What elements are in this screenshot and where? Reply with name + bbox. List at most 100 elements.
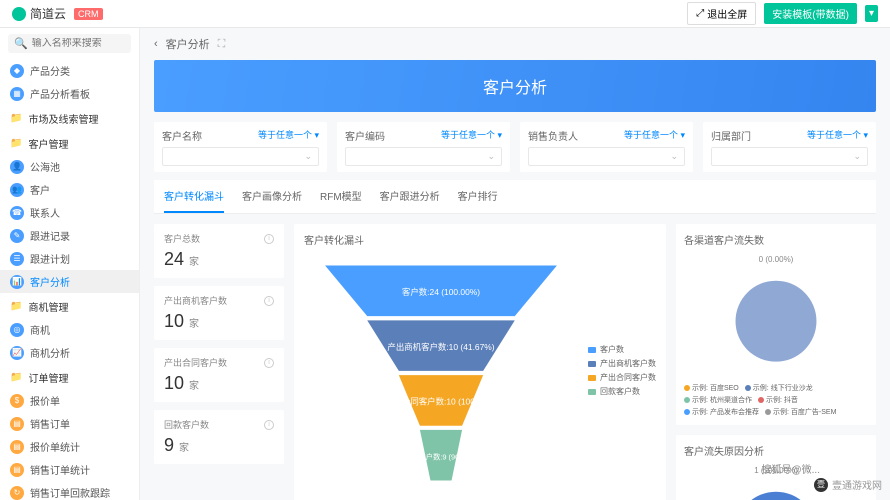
nav-pool[interactable]: 👤公海池 — [0, 155, 139, 178]
filter-customer-name: 客户名称等于任意一个 ▾ ⌄ — [154, 122, 327, 172]
stat-icon: ▤ — [10, 440, 24, 454]
nav-product-category[interactable]: ◆产品分类 — [0, 59, 139, 82]
filter-select[interactable]: ⌄ — [162, 147, 319, 166]
legend-item: 回款客户数 — [588, 386, 656, 397]
stat-opp-customers: 产出商机客户数i 10 家 — [154, 286, 284, 340]
right-column: 各渠道客户流失数 0 (0.00%) 示例:百度SEO 示例:线下行业沙龙 示例… — [676, 224, 876, 500]
nav-customer-analysis[interactable]: 📊客户分析 — [0, 270, 139, 293]
tab-ranking[interactable]: 客户排行 — [458, 180, 498, 213]
legend-item: 客户数 — [588, 344, 656, 355]
filter-select[interactable]: ⌄ — [345, 147, 502, 166]
stat-contract-customers: 产出合同客户数i 10 家 — [154, 348, 284, 402]
legend-dot-icon — [588, 347, 596, 353]
banner-title: 客户分析 — [483, 80, 547, 97]
filter-cond-link[interactable]: 等于任意一个 ▾ — [441, 128, 502, 143]
chart-icon: ▦ — [10, 87, 24, 101]
chevron-down-icon: ⌄ — [670, 151, 678, 162]
cube-icon: ◆ — [10, 64, 24, 78]
legend-dot-icon — [588, 389, 596, 395]
watermark-logo-icon: 壹 — [814, 478, 828, 492]
quote-icon: $ — [10, 394, 24, 408]
nav-customer[interactable]: 👥客户 — [0, 178, 139, 201]
target-icon: ◎ — [10, 323, 24, 337]
filter-cond-link[interactable]: 等于任意一个 ▾ — [807, 128, 868, 143]
exit-fullscreen-button[interactable]: ⤢ 退出全屏 — [687, 2, 756, 25]
breadcrumb-back-icon[interactable]: ‹ — [154, 38, 158, 50]
plan-icon: ☰ — [10, 252, 24, 266]
pie-chart-empty — [684, 266, 868, 376]
nav-opportunity[interactable]: ◎商机 — [0, 318, 139, 341]
legend-item: 示例:百度广告-SEM — [765, 407, 836, 417]
panel-title: 客户转化漏斗 — [304, 232, 656, 247]
dashboard: 客户总数i 24 家 产出商机客户数i 10 家 产出合同客户数i 10 家 回… — [154, 224, 876, 500]
order-icon: ▤ — [10, 417, 24, 431]
info-icon[interactable]: i — [264, 296, 274, 306]
nav-payback-track[interactable]: ↻销售订单回款跟踪 — [0, 481, 139, 500]
folder-icon: 📁 — [10, 301, 22, 312]
info-icon[interactable]: i — [264, 420, 274, 430]
nav-product-board[interactable]: ▦产品分析看板 — [0, 82, 139, 105]
legend-item: 示例:线下行业沙龙 — [745, 383, 813, 393]
legend-item: 产出合同客户数 — [588, 372, 656, 383]
search-input[interactable] — [32, 38, 125, 49]
tab-followup[interactable]: 客户跟进分析 — [380, 180, 440, 213]
filter-cond-link[interactable]: 等于任意一个 ▾ — [624, 128, 685, 143]
filter-select[interactable]: ⌄ — [528, 147, 685, 166]
svg-text:产出商机客户数:10 (41.67%): 产出商机客户数:10 (41.67%) — [387, 342, 494, 352]
tab-portrait[interactable]: 客户画像分析 — [242, 180, 302, 213]
expand-icon: ⤢ — [696, 8, 704, 19]
breadcrumb: ‹ 客户分析 ⛶ — [154, 28, 876, 60]
stats-column: 客户总数i 24 家 产出商机客户数i 10 家 产出合同客户数i 10 家 回… — [154, 224, 284, 500]
nav-group-customer[interactable]: 📁客户管理 — [0, 130, 139, 155]
chevron-down-icon: ⌄ — [304, 151, 312, 162]
nav-quote[interactable]: $报价单 — [0, 389, 139, 412]
page-banner: 客户分析 — [154, 60, 876, 112]
info-icon[interactable]: i — [264, 234, 274, 244]
sidebar: 🔍 ◆产品分类 ▦产品分析看板 📁市场及线索管理 📁客户管理 👤公海池 👥客户 … — [0, 28, 140, 500]
nav-quote-stat[interactable]: ▤报价单统计 — [0, 435, 139, 458]
nav-follow-record[interactable]: ✎跟进记录 — [0, 224, 139, 247]
analysis-icon: 📊 — [10, 275, 24, 289]
folder-icon: 📁 — [10, 372, 22, 383]
filter-bar: 客户名称等于任意一个 ▾ ⌄ 客户编码等于任意一个 ▾ ⌄ 销售负责人等于任意一… — [154, 122, 876, 172]
channel-loss-panel: 各渠道客户流失数 0 (0.00%) 示例:百度SEO 示例:线下行业沙龙 示例… — [676, 224, 876, 425]
contact-icon: ☎ — [10, 206, 24, 220]
stat-icon: ▤ — [10, 463, 24, 477]
nav-sales-stat[interactable]: ▤销售订单统计 — [0, 458, 139, 481]
legend-item: 示例:产品发布会推荐 — [684, 407, 759, 417]
brand-logo[interactable]: 简道云 — [12, 5, 66, 22]
nav-group-opportunity[interactable]: 📁商机管理 — [0, 293, 139, 318]
legend-item: 示例:抖音 — [758, 395, 798, 405]
info-icon[interactable]: i — [264, 358, 274, 368]
stat-payment-customers: 回款客户数i 9 家 — [154, 410, 284, 464]
folder-icon: 📁 — [10, 138, 22, 149]
filter-customer-code: 客户编码等于任意一个 ▾ ⌄ — [337, 122, 510, 172]
filter-select[interactable]: ⌄ — [711, 147, 868, 166]
svg-text:产出合同客户数:10 (100.00%): 产出合同客户数:10 (100.00%) — [385, 397, 497, 407]
nav-follow-plan[interactable]: ☰跟进计划 — [0, 247, 139, 270]
install-template-button[interactable]: 安装模板(带数据) — [764, 3, 857, 24]
funnel-legend: 客户数 产出商机客户数 产出合同客户数 回款客户数 — [588, 255, 656, 487]
filter-cond-link[interactable]: 等于任意一个 ▾ — [258, 128, 319, 143]
funnel-panel: 客户转化漏斗 客户数:24 (100.00%) 产出商机客户数:10 (41.6… — [294, 224, 666, 500]
folder-icon: 📁 — [10, 113, 22, 124]
nav-group-order[interactable]: 📁订单管理 — [0, 364, 139, 389]
funnel-chart: 客户数:24 (100.00%) 产出商机客户数:10 (41.67%) 产出合… — [304, 255, 578, 487]
site-watermark: 壹 壹通游戏网 — [814, 477, 882, 492]
main-content: ‹ 客户分析 ⛶ 客户分析 客户名称等于任意一个 ▾ ⌄ 客户编码等于任意一个 … — [140, 28, 890, 500]
track-icon: ↻ — [10, 486, 24, 500]
nav-group-market[interactable]: 📁市场及线索管理 — [0, 105, 139, 130]
tab-funnel[interactable]: 客户转化漏斗 — [164, 180, 224, 213]
channel-legend: 示例:百度SEO 示例:线下行业沙龙 示例:杭州渠道合作 示例:抖音 示例:产品… — [684, 383, 868, 417]
nav-opp-analysis[interactable]: 📈商机分析 — [0, 341, 139, 364]
search-box[interactable]: 🔍 — [8, 34, 131, 53]
tab-rfm[interactable]: RFM模型 — [320, 180, 362, 213]
nav-contact[interactable]: ☎联系人 — [0, 201, 139, 224]
pie-label: 0 (0.00%) — [684, 255, 868, 264]
nav-sales-order[interactable]: ▤销售订单 — [0, 412, 139, 435]
chart-icon: 📈 — [10, 346, 24, 360]
install-dropdown-button[interactable]: ▾ — [865, 5, 878, 22]
expand-icon[interactable]: ⛶ — [218, 38, 226, 51]
legend-item: 示例:百度SEO — [684, 383, 739, 393]
panel-title: 客户流失原因分析 — [684, 443, 868, 458]
